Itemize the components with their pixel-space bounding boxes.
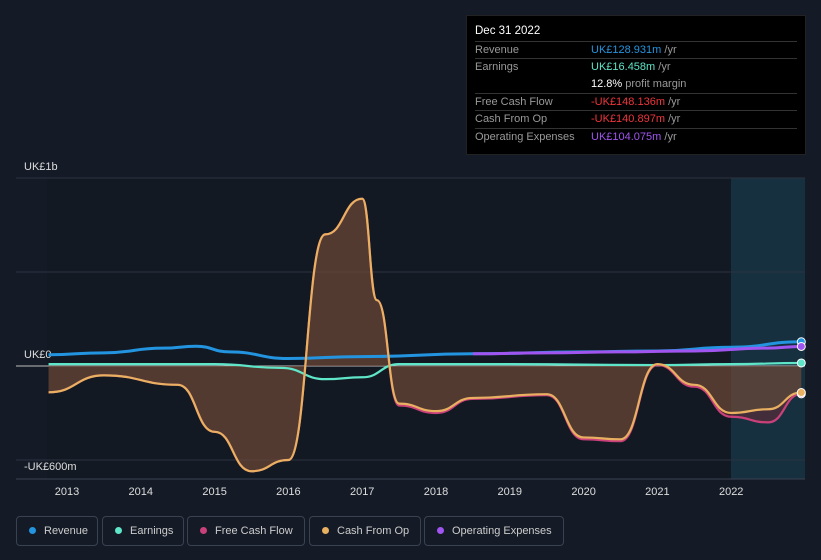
tooltip: Dec 31 2022 Revenue UK£128.931m /yr Earnin…: [466, 15, 806, 155]
endpoint-operating-expenses: [796, 341, 806, 351]
x-tick-label: 2015: [202, 486, 226, 498]
unit: /yr: [658, 61, 671, 74]
tooltip-row: 12.8% profit margin: [475, 76, 797, 93]
x-tick-label: 2021: [645, 486, 669, 498]
value: UK£104.075m: [591, 130, 662, 143]
unit: profit margin: [625, 77, 687, 90]
tooltip-value: 12.8% profit margin: [591, 76, 686, 93]
endpoint-cash-from-op: [796, 388, 806, 398]
legend-item-cash-from-op[interactable]: Cash From Op: [309, 516, 421, 546]
tooltip-label: Earnings: [475, 61, 519, 74]
tooltip-row: Earnings UK£16.458m /yr: [475, 58, 797, 76]
unit: /yr: [664, 130, 677, 143]
x-tick-label: 2014: [129, 486, 153, 498]
legend-item-earnings[interactable]: Earnings: [102, 516, 184, 546]
tooltip-label: Free Cash Flow: [475, 95, 553, 108]
legend-dot-icon: [29, 527, 36, 534]
tooltip-value: -UK£148.136m /yr: [591, 94, 680, 111]
tooltip-row: Operating Expenses UK£104.075m /yr: [475, 127, 797, 146]
legend-label: Cash From Op: [337, 525, 410, 537]
tooltip-value: UK£104.075m /yr: [591, 129, 677, 146]
value: -UK£140.897m: [591, 113, 665, 126]
tooltip-value: UK£16.458m /yr: [591, 59, 671, 76]
x-tick-label: 2019: [498, 486, 522, 498]
x-tick-label: 2018: [424, 486, 448, 498]
legend-item-free-cash-flow[interactable]: Free Cash Flow: [187, 516, 305, 546]
y-tick-label: UK£1b: [24, 161, 58, 173]
tooltip-label: Cash From Op: [475, 113, 548, 126]
tooltip-label: Revenue: [475, 44, 520, 56]
legend-label: Operating Expenses: [452, 525, 552, 537]
legend-dot-icon: [115, 527, 122, 534]
tooltip-row: Revenue UK£128.931m /yr: [475, 41, 797, 59]
endpoint-earnings: [796, 358, 806, 368]
y-tick-label: -UK£600m: [24, 461, 77, 473]
tooltip-value: -UK£140.897m /yr: [591, 111, 680, 128]
tooltip-row: Cash From Op -UK£140.897m /yr: [475, 110, 797, 128]
legend-label: Earnings: [130, 525, 174, 537]
legend-item-operating-expenses[interactable]: Operating Expenses: [424, 516, 564, 546]
x-tick-label: 2020: [571, 486, 595, 498]
value: UK£16.458m: [591, 61, 656, 74]
x-tick-label: 2013: [55, 486, 79, 498]
legend-item-revenue[interactable]: Revenue: [16, 516, 98, 546]
forecast-highlight: [731, 178, 805, 479]
value: -UK£148.136m: [591, 95, 665, 108]
value: UK£128.931m: [591, 44, 662, 56]
tooltip-label: Operating Expenses: [475, 130, 575, 143]
legend-dot-icon: [322, 527, 329, 534]
tooltip-value: UK£128.931m /yr: [591, 42, 677, 59]
tooltip-row: Free Cash Flow -UK£148.136m /yr: [475, 92, 797, 111]
x-tick-label: 2017: [350, 486, 374, 498]
x-tick-label: 2016: [276, 486, 300, 498]
unit: /yr: [664, 44, 677, 56]
unit: /yr: [668, 95, 681, 108]
legend-dot-icon: [437, 527, 444, 534]
value: 12.8%: [591, 77, 623, 90]
legend-label: Revenue: [44, 525, 89, 537]
plot-area: [47, 178, 805, 479]
y-tick-label: UK£0: [24, 349, 52, 361]
legend-dot-icon: [200, 527, 207, 534]
legend-label: Free Cash Flow: [215, 525, 293, 537]
tooltip-date: Dec 31 2022: [475, 25, 541, 37]
unit: /yr: [668, 113, 681, 126]
x-tick-label: 2022: [719, 486, 743, 498]
